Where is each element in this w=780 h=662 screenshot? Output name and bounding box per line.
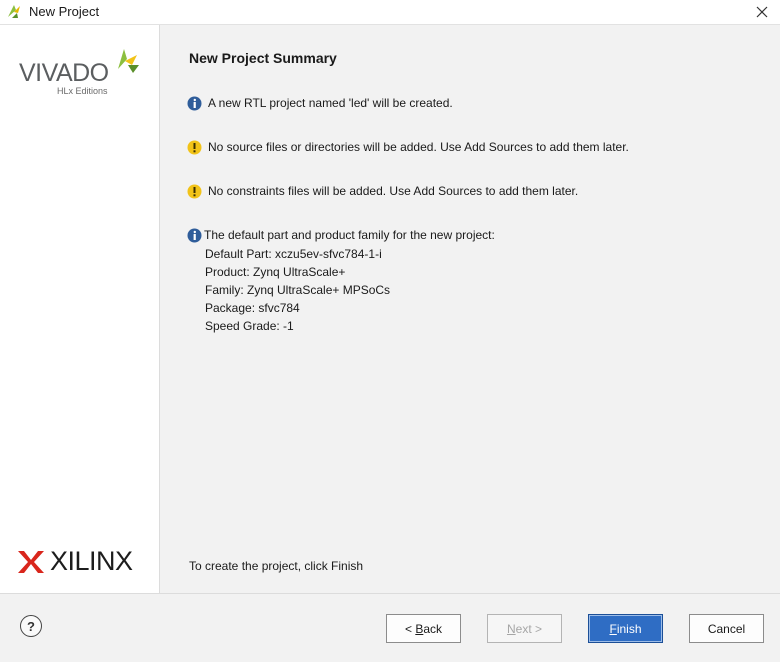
- close-button[interactable]: [744, 0, 780, 24]
- summary-panel: New Project Summary A new RTL project na…: [160, 25, 780, 593]
- xilinx-mark-icon: [18, 551, 44, 573]
- default-part-line: Default Part: xczu5ev-sfvc784-1-i: [205, 247, 382, 261]
- message-text: The default part and product family for …: [204, 228, 495, 242]
- info-icon: [187, 96, 202, 111]
- finish-button-label: inish: [616, 621, 642, 636]
- vivado-logo-mark-icon: [118, 49, 139, 73]
- finish-instruction: To create the project, click Finish: [189, 559, 364, 573]
- warning-icon: [187, 184, 202, 199]
- xilinx-logo-text: XILINX: [50, 546, 133, 576]
- title-bar: New Project: [0, 0, 780, 25]
- vivado-app-icon: [8, 5, 20, 18]
- family-line: Family: Zynq UltraScale+ MPSoCs: [205, 283, 391, 297]
- vivado-logo: VIVADO HLx Editions: [19, 47, 143, 99]
- back-button-label: ack: [423, 621, 443, 636]
- part-details: Default Part: xczu5ev-sfvc784-1-i Produc…: [205, 245, 390, 335]
- finish-button-mnemonic: F: [609, 621, 617, 636]
- button-bar: ? < Back Next > Finish Cancel: [0, 593, 780, 662]
- cancel-button-label: Cancel: [707, 621, 746, 636]
- message-rtl-project: A new RTL project named 'led' will be cr…: [187, 96, 453, 112]
- close-icon: [756, 6, 768, 18]
- message-text: No source files or directories will be a…: [208, 140, 629, 154]
- back-button-prefix: <: [404, 621, 416, 636]
- next-button-label: ext >: [515, 621, 543, 636]
- window-title: New Project: [29, 4, 100, 19]
- info-icon: [187, 228, 202, 243]
- message-text: A new RTL project named 'led' will be cr…: [208, 96, 453, 110]
- message-no-constraints: No constraints files will be added. Use …: [187, 184, 578, 200]
- product-line: Product: Zynq UltraScale+: [205, 265, 346, 279]
- next-button-mnemonic: N: [506, 621, 516, 636]
- vivado-logo-text: VIVADO: [19, 59, 109, 87]
- package-line: Package: sfvc784: [205, 301, 300, 315]
- cancel-button[interactable]: Cancel: [689, 614, 764, 643]
- next-button[interactable]: Next >: [487, 614, 562, 643]
- message-default-part: The default part and product family for …: [187, 228, 495, 244]
- vivado-logo-subtitle: HLx Editions: [57, 86, 108, 96]
- page-title: New Project Summary: [189, 50, 337, 66]
- back-button-mnemonic: B: [415, 621, 424, 636]
- message-text: No constraints files will be added. Use …: [208, 184, 579, 198]
- message-no-sources: No source files or directories will be a…: [187, 140, 629, 156]
- help-icon: ?: [27, 618, 35, 634]
- finish-button[interactable]: Finish: [588, 614, 663, 643]
- warning-icon: [187, 140, 202, 155]
- speed-grade-line: Speed Grade: -1: [205, 319, 294, 333]
- back-button[interactable]: < Back: [386, 614, 461, 643]
- xilinx-logo: XILINX: [18, 545, 142, 579]
- wizard-sidebar: VIVADO HLx Editions XILINX: [0, 25, 160, 593]
- help-button[interactable]: ?: [20, 615, 42, 637]
